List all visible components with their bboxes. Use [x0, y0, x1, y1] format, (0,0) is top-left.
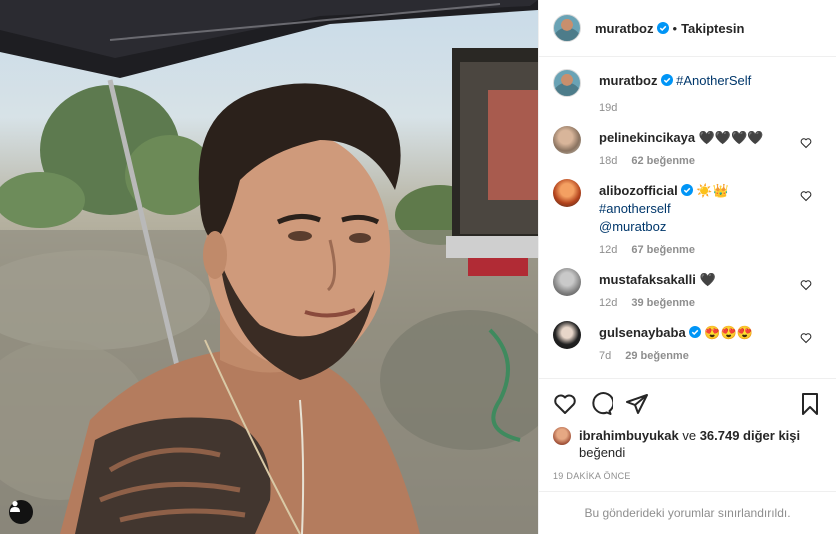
commenter-avatar[interactable]	[553, 321, 581, 349]
comment-text: 😍😍😍	[704, 325, 753, 340]
liker-username[interactable]: ibrahimbuyukak	[579, 428, 679, 443]
heart-icon[interactable]	[553, 392, 577, 416]
caption-author-avatar[interactable]	[553, 69, 581, 97]
comment-likes[interactable]: 62 beğenme	[631, 155, 695, 167]
post-photo[interactable]	[0, 0, 538, 534]
comment-hashtag[interactable]: #anotherself	[599, 201, 671, 216]
liked-by-suffix: beğendi	[579, 445, 626, 460]
action-bar	[553, 387, 822, 421]
post-actions: ibrahimbuyukak ve 36.749 diğer kişi beğe…	[539, 378, 836, 491]
author-username[interactable]: muratboz	[595, 21, 654, 36]
caption-time[interactable]: 19d	[599, 102, 617, 114]
post-viewer: muratboz • Takiptesin muratboz #AnotherS…	[0, 0, 836, 534]
commenter-username[interactable]: alibozofficial	[599, 183, 678, 198]
comment-text: 🖤	[699, 272, 716, 287]
commenter-avatar[interactable]	[553, 179, 581, 207]
comment-time[interactable]: 7d	[599, 350, 611, 362]
verified-badge-icon	[680, 184, 693, 196]
comment-like-heart-icon[interactable]	[800, 279, 812, 291]
comment-text: ☀️👑	[696, 183, 729, 198]
comment-bubble-icon[interactable]	[589, 392, 613, 416]
verified-badge-icon	[660, 74, 673, 86]
commenter-avatar[interactable]	[553, 268, 581, 296]
comments-list[interactable]: muratboz #AnotherSelf 19d pelinekincikay…	[539, 57, 836, 378]
caption-hashtag[interactable]: #AnotherSelf	[676, 73, 751, 88]
liker-avatar[interactable]	[553, 427, 571, 445]
comment-time[interactable]: 12d	[599, 244, 617, 256]
bookmark-icon[interactable]	[798, 392, 822, 416]
comment-item: mustafaksakalli 🖤 12d 39 beğenme	[553, 268, 822, 309]
header-separator: •	[672, 20, 678, 36]
comment-item: pelinekincikaya 🖤🖤🖤🖤 18d 62 beğenme	[553, 126, 822, 167]
liked-by: ibrahimbuyukak ve 36.749 diğer kişi beğe…	[553, 427, 822, 461]
user-tag-button[interactable]	[9, 500, 33, 524]
comment-text: 🖤🖤🖤🖤	[698, 130, 764, 145]
commenter-username[interactable]: mustafaksakalli	[599, 272, 696, 287]
commenter-avatar[interactable]	[553, 126, 581, 154]
follow-status-button[interactable]: Takiptesin	[681, 21, 744, 36]
post-timestamp[interactable]: 19 DAKİKA ÖNCE	[553, 471, 822, 491]
comment-like-heart-icon[interactable]	[800, 137, 812, 149]
comments-restricted-notice: Bu gönderideki yorumlar sınırlandırıldı.	[539, 491, 836, 534]
comment-item: gulsenaybaba 😍😍😍 7d 29 beğenme	[553, 321, 822, 362]
comment-time[interactable]: 18d	[599, 155, 617, 167]
paper-plane-icon[interactable]	[625, 392, 649, 416]
post-header: muratboz • Takiptesin	[539, 0, 836, 57]
comment-likes[interactable]: 29 beğenme	[625, 350, 689, 362]
comment-likes[interactable]: 39 beğenme	[631, 297, 695, 309]
verified-badge-icon	[688, 326, 701, 338]
comment-mention[interactable]: @muratboz	[599, 219, 666, 234]
caption-username[interactable]: muratboz	[599, 73, 658, 88]
verified-badge-icon	[656, 22, 669, 34]
liked-by-others-link[interactable]: 36.749 diğer kişi	[700, 428, 800, 443]
post-caption: muratboz #AnotherSelf 19d	[553, 69, 822, 114]
user-tag-icon	[10, 501, 20, 512]
comment-likes[interactable]: 67 beğenme	[631, 244, 695, 256]
commenter-username[interactable]: gulsenaybaba	[599, 325, 686, 340]
comment-time[interactable]: 12d	[599, 297, 617, 309]
author-avatar[interactable]	[553, 14, 581, 42]
comment-like-heart-icon[interactable]	[800, 332, 812, 344]
post-side-panel: muratboz • Takiptesin muratboz #AnotherS…	[538, 0, 836, 534]
comment-like-heart-icon[interactable]	[800, 190, 812, 202]
photo-illustration	[0, 0, 538, 534]
comment-item: alibozofficial ☀️👑 #anotherself @muratbo…	[553, 179, 822, 256]
commenter-username[interactable]: pelinekincikaya	[599, 130, 695, 145]
liked-by-connector: ve	[682, 428, 697, 443]
